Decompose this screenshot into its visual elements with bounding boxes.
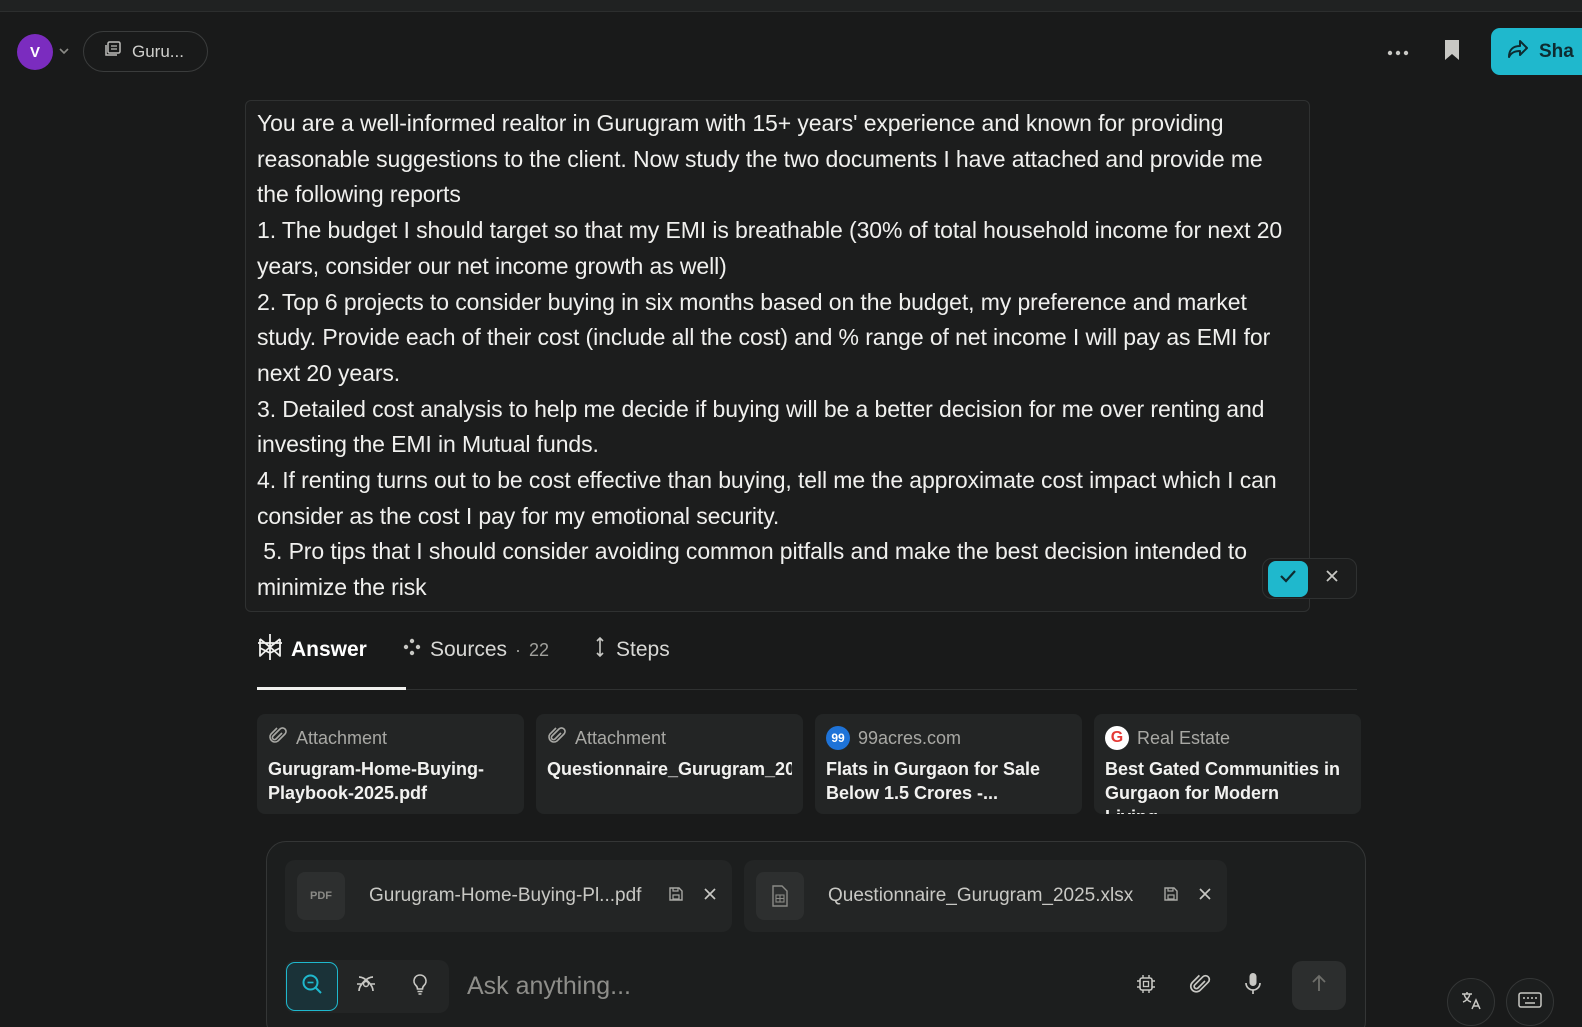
voice-input-button[interactable] xyxy=(1233,966,1273,1006)
bookmark-icon xyxy=(1444,39,1460,66)
remove-file-button[interactable] xyxy=(698,884,722,908)
source-title: Best Gated Communities in Gurgaon for Mo… xyxy=(1105,759,1341,814)
tab-steps[interactable]: Steps xyxy=(592,630,670,670)
translate-icon xyxy=(1460,989,1482,1016)
source-label: Attachment xyxy=(296,727,388,748)
model-chip-icon xyxy=(1135,973,1157,1000)
paperclip-icon xyxy=(547,726,567,751)
steps-icon xyxy=(592,636,608,664)
save-file-button[interactable] xyxy=(664,884,688,908)
99acres-favicon: 99 xyxy=(826,726,850,750)
tab-sources[interactable]: Sources · 22 xyxy=(402,630,592,670)
avatar-initial: V xyxy=(29,43,40,61)
search-icon xyxy=(301,973,323,1000)
research-icon xyxy=(355,973,377,1000)
pdf-file-icon: PDF xyxy=(297,872,345,920)
microphone-icon xyxy=(1244,972,1262,1001)
share-label: Sha xyxy=(1539,40,1574,62)
composer: PDF Gurugram-Home-Buying-Pl...pdf Questi… xyxy=(266,841,1366,1027)
labs-icon xyxy=(411,973,429,1000)
keyboard-icon xyxy=(1518,991,1542,1014)
perplexity-logo-icon xyxy=(257,633,283,667)
close-icon xyxy=(1198,887,1212,906)
more-icon xyxy=(1387,43,1409,61)
tab-answer-label: Answer xyxy=(291,638,367,661)
file-name: Gurugram-Home-Buying-Pl...pdf xyxy=(369,885,642,906)
tab-sources-label: Sources xyxy=(430,638,508,661)
source-label: Attachment xyxy=(575,727,667,748)
mode-search-button[interactable] xyxy=(286,962,338,1011)
source-title: Questionnaire_Gurugram_2025.xlsx xyxy=(547,759,792,779)
spreadsheet-file-icon xyxy=(756,872,804,920)
mode-research-button[interactable] xyxy=(340,962,392,1011)
source-label: 99acres.com xyxy=(858,727,962,748)
edit-actions xyxy=(1262,558,1357,599)
ask-input[interactable] xyxy=(467,964,1087,1008)
source-card[interactable]: 99 99acres.com Flats in Gurgaon for Sale… xyxy=(815,714,1082,814)
model-select-button[interactable] xyxy=(1126,966,1166,1006)
tab-steps-label: Steps xyxy=(616,638,670,661)
window-top-bar xyxy=(0,0,1582,12)
chevron-down-icon[interactable] xyxy=(57,44,71,58)
confirm-edit-button[interactable] xyxy=(1268,560,1308,597)
source-label: Real Estate xyxy=(1137,727,1231,748)
result-tabs: Answer Sources · 22 Steps xyxy=(257,630,1357,690)
query-editor[interactable]: You are a well-informed realtor in Gurug… xyxy=(245,100,1310,612)
source-card[interactable]: Attachment Questionnaire_Gurugram_2025.x… xyxy=(536,714,803,814)
file-name: Questionnaire_Gurugram_2025.xlsx xyxy=(828,885,1134,906)
save-icon xyxy=(668,886,684,907)
bookmark-button[interactable] xyxy=(1438,36,1466,68)
cancel-edit-button[interactable] xyxy=(1314,561,1350,597)
close-icon xyxy=(703,887,717,906)
attach-icon xyxy=(1189,973,1211,1000)
check-icon xyxy=(1279,569,1297,588)
keyboard-shortcuts-button[interactable] xyxy=(1506,978,1554,1026)
mode-labs-button[interactable] xyxy=(394,962,446,1011)
source-title: Gurugram-Home-Buying-Playbook-2025.pdf xyxy=(268,759,484,803)
attach-button[interactable] xyxy=(1180,966,1220,1006)
share-icon xyxy=(1507,39,1529,65)
more-options-button[interactable] xyxy=(1382,36,1414,68)
source-title: Flats in Gurgaon for Sale Below 1.5 Cror… xyxy=(826,759,1041,803)
sources-icon xyxy=(402,637,422,663)
translate-button[interactable] xyxy=(1447,978,1495,1026)
remove-file-button[interactable] xyxy=(1193,884,1217,908)
attached-file-chip[interactable]: PDF Gurugram-Home-Buying-Pl...pdf xyxy=(285,860,732,932)
arrow-up-icon xyxy=(1310,973,1328,998)
search-mode-toggle xyxy=(285,960,449,1013)
share-button[interactable]: Sha xyxy=(1491,28,1582,75)
sources-count: 22 xyxy=(529,639,550,660)
space-selector[interactable]: Guru... xyxy=(83,31,208,72)
user-avatar[interactable]: V xyxy=(17,34,53,70)
tab-separator: · xyxy=(515,639,522,660)
source-cards: Attachment Gurugram-Home-Buying-Playbook… xyxy=(257,714,1361,814)
google-favicon: G xyxy=(1105,726,1129,750)
attached-file-chip[interactable]: Questionnaire_Gurugram_2025.xlsx xyxy=(744,860,1227,932)
source-card[interactable]: G Real Estate Best Gated Communities in … xyxy=(1094,714,1361,814)
space-name: Guru... xyxy=(132,41,184,61)
collection-icon xyxy=(104,40,122,63)
tab-answer[interactable]: Answer xyxy=(257,630,406,690)
save-icon xyxy=(1163,886,1179,907)
close-icon xyxy=(1325,569,1339,588)
paperclip-icon xyxy=(268,726,288,751)
source-card[interactable]: Attachment Gurugram-Home-Buying-Playbook… xyxy=(257,714,524,814)
save-file-button[interactable] xyxy=(1159,884,1183,908)
submit-button[interactable] xyxy=(1292,961,1346,1010)
query-text[interactable]: You are a well-informed realtor in Gurug… xyxy=(257,106,1298,606)
